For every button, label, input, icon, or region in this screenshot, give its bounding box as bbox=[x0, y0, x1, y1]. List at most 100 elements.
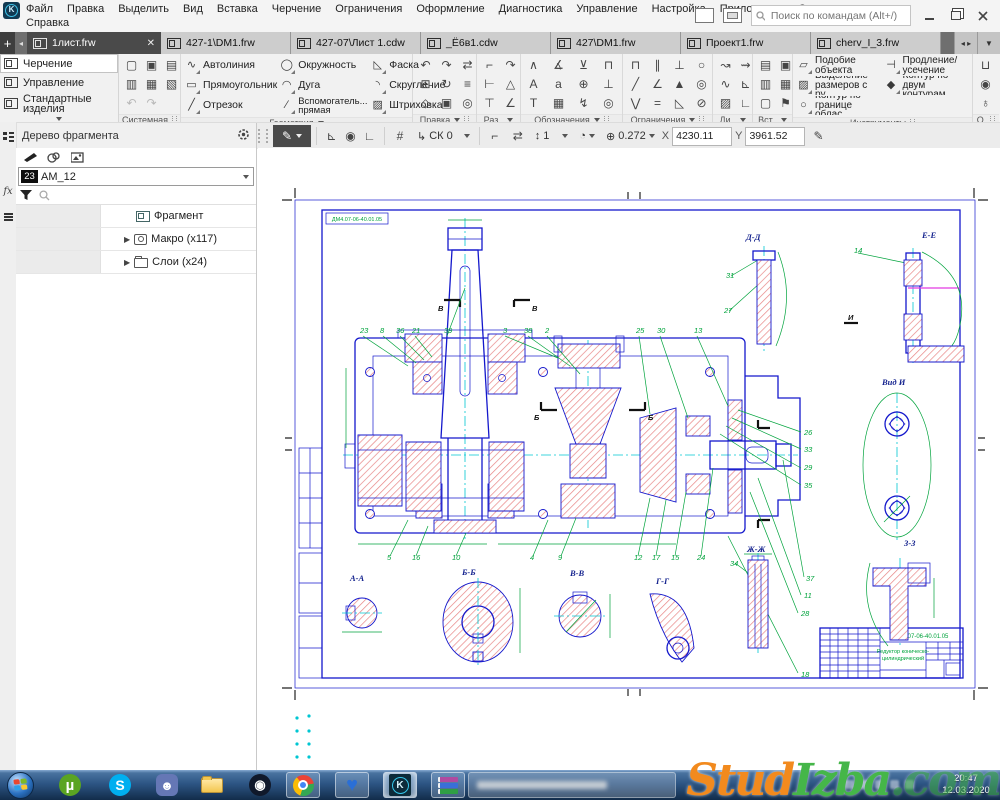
notation-tool-icon[interactable]: ↯ bbox=[574, 94, 593, 112]
dimension-tool-icon[interactable]: ↷ bbox=[501, 56, 520, 74]
filter-funnel-icon[interactable] bbox=[20, 190, 32, 201]
diagnostics-tool-icon[interactable]: ▨ bbox=[716, 94, 735, 112]
restore-button[interactable] bbox=[947, 7, 965, 25]
menu-item-layout[interactable]: Оформление bbox=[416, 3, 484, 15]
tree-row-macro[interactable]: ▶Макро (x117) bbox=[16, 228, 256, 251]
diagnostics-tool-icon[interactable]: ↝ bbox=[716, 56, 735, 74]
tree-row-fragment[interactable]: Фрагмент bbox=[16, 205, 256, 228]
heart-app-icon[interactable]: ♥ bbox=[335, 772, 369, 798]
dimension-select-button[interactable]: ▨Выделение размеров с ру... bbox=[796, 76, 882, 95]
notation-tool-icon[interactable]: ⊕ bbox=[574, 75, 593, 93]
system-tray[interactable] bbox=[845, 780, 914, 789]
search-icon[interactable] bbox=[39, 190, 50, 201]
constraint-tool-icon[interactable]: = bbox=[648, 94, 667, 112]
notation-tool-icon[interactable]: ⊥ bbox=[599, 75, 618, 93]
expand-arrow-icon[interactable]: ▶ bbox=[124, 258, 130, 267]
segment-button[interactable]: ╱Отрезок bbox=[184, 96, 277, 115]
start-button[interactable] bbox=[3, 772, 37, 798]
gear-icon[interactable] bbox=[237, 128, 250, 144]
insert-tool-icon[interactable]: ▤ bbox=[756, 56, 775, 74]
edit-tool-icon[interactable]: ⊞ bbox=[416, 75, 435, 93]
o-tool-icon[interactable]: ◉ bbox=[976, 75, 995, 93]
notation-tool-icon[interactable]: ∡ bbox=[549, 56, 568, 74]
taskbar-clock[interactable]: 20:47 12.03.2020 bbox=[934, 773, 998, 797]
edit-tool-icon[interactable]: ◎ bbox=[458, 94, 477, 112]
draw-mode-icon[interactable] bbox=[24, 152, 37, 162]
dimension-tool-icon[interactable]: ⊢ bbox=[480, 75, 499, 93]
insert-tool-icon[interactable]: ▥ bbox=[756, 75, 775, 93]
edit-tool-icon[interactable]: ≡ bbox=[458, 75, 477, 93]
system-tool-icon[interactable]: ▤ bbox=[162, 56, 181, 74]
system-tool-icon[interactable]: ▧ bbox=[162, 75, 181, 93]
panel-tab-management[interactable]: Управление bbox=[0, 73, 118, 92]
drawing-canvas-area[interactable]: ДМ4.07-06-40.01.05 bbox=[258, 148, 1000, 770]
dimension-tool-icon[interactable]: △ bbox=[501, 75, 520, 93]
constraint-tool-icon[interactable]: ⋁ bbox=[626, 94, 645, 112]
minimize-button[interactable] bbox=[920, 7, 938, 25]
panel-tab-drawing[interactable]: Черчение bbox=[0, 54, 118, 73]
rectangle-button[interactable]: ▭Прямоугольник bbox=[184, 76, 277, 95]
chrome-icon[interactable] bbox=[286, 772, 320, 798]
image-mode-icon[interactable] bbox=[71, 152, 85, 163]
notation-tool-icon[interactable]: ◎ bbox=[599, 94, 618, 112]
grid-toggle-icon[interactable]: # bbox=[390, 126, 410, 146]
toolbar-grip-icon[interactable] bbox=[258, 129, 268, 143]
app-logo-icon[interactable]: K bbox=[3, 2, 20, 19]
explorer-icon[interactable] bbox=[195, 772, 229, 798]
edit-tool-icon[interactable]: ↻ bbox=[437, 75, 456, 93]
tab-active[interactable]: 1лист.frw ✕ bbox=[27, 32, 161, 54]
tree-dock-icon[interactable] bbox=[0, 128, 16, 146]
contour-two-button[interactable]: ◆Контур по двум контурам bbox=[884, 76, 970, 95]
arc-button[interactable]: ◠Дуга bbox=[279, 76, 368, 95]
active-layer-combo[interactable]: 23 AM_12 bbox=[18, 167, 254, 186]
edit-tool-icon[interactable]: ▣ bbox=[437, 94, 456, 112]
notation-tool-icon[interactable]: ⊓ bbox=[599, 56, 618, 74]
tab-2[interactable]: 427-07\Лист 1.cdw bbox=[291, 32, 421, 54]
steam-icon[interactable]: ◉ bbox=[243, 772, 277, 798]
constraint-tool-icon[interactable]: ▲ bbox=[670, 75, 689, 93]
edit-tool-icon[interactable]: ↷ bbox=[437, 56, 456, 74]
search-input[interactable] bbox=[769, 9, 906, 23]
y-coordinate-field[interactable]: 3961.52 bbox=[745, 127, 805, 146]
notation-tool-icon[interactable]: ∧ bbox=[524, 56, 543, 74]
menu-item-edit[interactable]: Правка bbox=[67, 3, 104, 15]
menu-item-insert[interactable]: Вставка bbox=[217, 3, 258, 15]
menu-item-diagnostics[interactable]: Диагностика bbox=[499, 3, 563, 15]
tab-1[interactable]: 427-1\DM1.frw bbox=[161, 32, 291, 54]
edit-tool-icon[interactable]: ◇ bbox=[416, 94, 435, 112]
discord-icon[interactable]: ☻ bbox=[150, 772, 184, 798]
constraint-tool-icon[interactable]: ⊥ bbox=[670, 56, 689, 74]
constraint-tool-icon[interactable]: ◎ bbox=[692, 75, 711, 93]
move-mode-icon[interactable]: ⇄ bbox=[508, 126, 528, 146]
snap-mode-icon[interactable]: ◉ bbox=[341, 127, 360, 145]
notation-tool-icon[interactable]: ▦ bbox=[549, 94, 568, 112]
ortho-mode-icon[interactable]: ⌐ bbox=[485, 126, 505, 146]
snap-mode-icon[interactable]: ∟ bbox=[360, 127, 379, 145]
tab-5[interactable]: Проект1.frw bbox=[681, 32, 811, 54]
constraint-tool-icon[interactable]: ∠ bbox=[648, 75, 667, 93]
o-tool-icon[interactable]: ♁ bbox=[976, 94, 995, 112]
dimension-tool-icon[interactable]: ⊤ bbox=[480, 94, 499, 112]
dimension-tool-icon[interactable]: ⌐ bbox=[480, 56, 499, 74]
menu-burger-icon[interactable] bbox=[0, 208, 16, 226]
tab-6[interactable]: cherv_I_3.frw bbox=[811, 32, 941, 54]
panel-tab-standard-items[interactable]: Стандартные изделия bbox=[0, 92, 118, 115]
system-tool-icon[interactable]: ▦ bbox=[142, 75, 161, 93]
menu-item-help[interactable]: Справка bbox=[26, 17, 69, 29]
tree-row-layers[interactable]: ▶Слои (x24) bbox=[16, 251, 256, 274]
edit-tool-icon[interactable]: ⇄ bbox=[458, 56, 477, 74]
macro-mode-icon[interactable] bbox=[47, 152, 61, 163]
system-tool-icon[interactable]: ▥ bbox=[122, 75, 141, 93]
contour-by-area-button[interactable]: ○Контур по границе облас... bbox=[796, 96, 882, 115]
close-button[interactable] bbox=[974, 8, 992, 24]
x-coordinate-field[interactable]: 4230.11 bbox=[672, 127, 732, 146]
auxiliary-line-button[interactable]: ∕Вспомогатель... прямая bbox=[279, 96, 368, 115]
utorrent-icon[interactable]: µ bbox=[53, 772, 87, 798]
dimension-tool-icon[interactable]: ∠ bbox=[501, 94, 520, 112]
new-tab-button[interactable]: + bbox=[0, 32, 15, 54]
constraint-tool-icon[interactable]: ○ bbox=[692, 56, 711, 74]
menu-item-management[interactable]: Управление bbox=[576, 3, 637, 15]
system-tool-icon[interactable]: ▢ bbox=[122, 56, 141, 74]
preview-window-icon[interactable] bbox=[723, 8, 742, 23]
zoom-select[interactable]: ⊕0.272 bbox=[602, 126, 659, 146]
